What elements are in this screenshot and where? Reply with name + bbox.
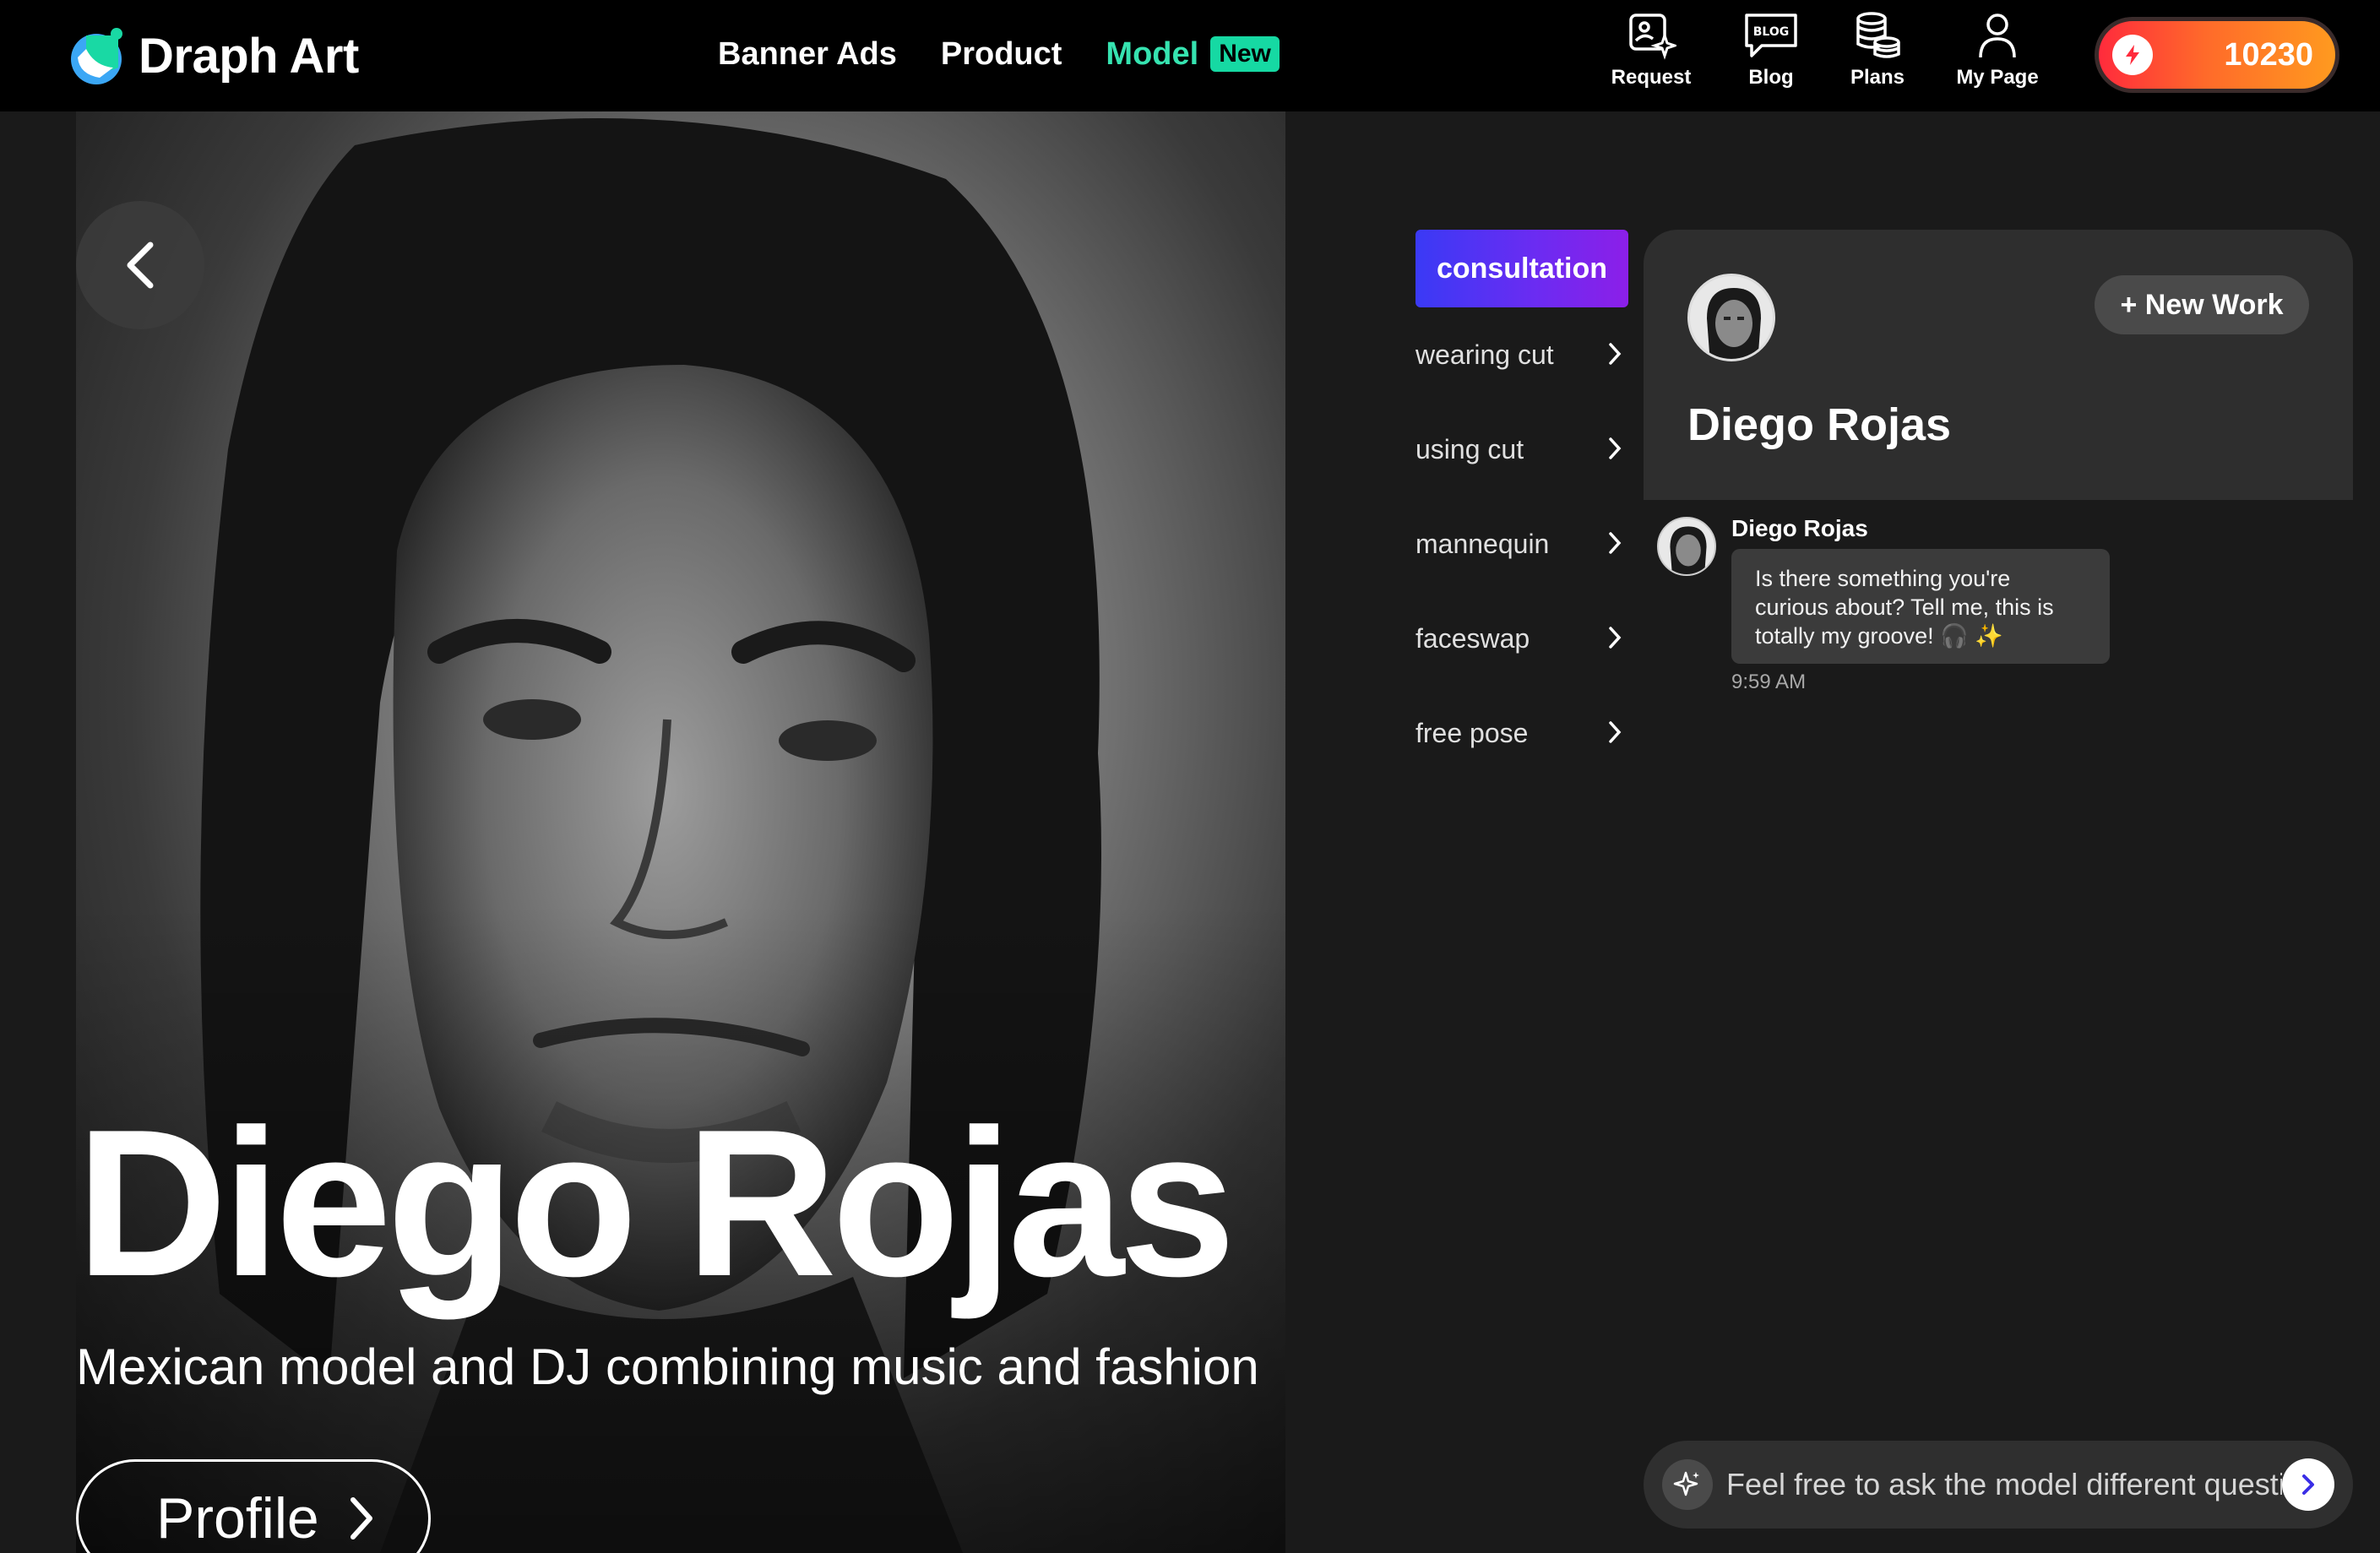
chat-title: Diego Rojas (1687, 399, 1952, 450)
model-name: Diego Rojas (76, 1085, 1236, 1320)
user-icon (1979, 14, 2016, 58)
menu-item-label: wearing cut (1416, 339, 1554, 370)
new-work-button[interactable]: + New Work (2095, 275, 2309, 334)
chevron-right-icon (1609, 437, 1622, 459)
menu-item-wearing-cut[interactable]: wearing cut (1416, 307, 1628, 402)
nav-product[interactable]: Product (941, 36, 1062, 73)
chevron-right-icon (350, 1497, 372, 1539)
feature-menu: consultation wearing cut using cut manne… (1416, 230, 1628, 780)
menu-item-label: faceswap (1416, 622, 1530, 654)
credits-value: 10230 (2224, 36, 2313, 73)
request-icon (1629, 14, 1676, 60)
consultation-tab[interactable]: consultation (1416, 230, 1628, 307)
menu-item-label: free pose (1416, 717, 1529, 748)
avatar (1687, 274, 1775, 361)
chevron-right-icon (1609, 343, 1622, 365)
sparkle-icon (1662, 1459, 1713, 1510)
model-description: Mexican model and DJ combining music and… (76, 1339, 1259, 1395)
nav-request-label: Request (1611, 66, 1692, 89)
chat-input[interactable] (1726, 1455, 2282, 1514)
new-badge: New (1210, 36, 1280, 72)
chat-input-bar (1644, 1441, 2353, 1529)
chevron-right-icon (1609, 627, 1622, 649)
coins-icon (1856, 12, 1900, 58)
top-nav: Draph Art Banner Ads Product Model New R… (0, 0, 2380, 111)
menu-item-label: mannequin (1416, 528, 1550, 559)
brand-logo[interactable]: Draph Art (66, 24, 359, 88)
profile-button[interactable]: Profile (76, 1459, 431, 1553)
chevron-right-icon (1609, 532, 1622, 554)
nav-banner-ads[interactable]: Banner Ads (718, 36, 897, 73)
send-button[interactable] (2282, 1458, 2334, 1511)
nav-blog-label: Blog (1748, 66, 1794, 89)
message-bubble: Is there something you're curious about?… (1731, 549, 2110, 664)
bolt-icon (2112, 35, 2153, 75)
nav-model[interactable]: Model (1106, 36, 1198, 73)
chat-header: + New Work Diego Rojas (1644, 230, 2353, 500)
avatar (1657, 517, 1716, 576)
draph-logo-icon (66, 24, 130, 88)
nav-my-page[interactable]: My Page (1951, 10, 2044, 90)
profile-button-label: Profile (156, 1486, 319, 1550)
brand-name: Draph Art (139, 28, 359, 84)
nav-my-page-label: My Page (1956, 66, 2039, 89)
message-timestamp: 9:59 AM (1731, 671, 1807, 693)
nav-plans-label: Plans (1850, 66, 1905, 89)
back-button[interactable] (76, 201, 204, 329)
hero-shade (76, 111, 1285, 1553)
blog-icon-glyph: BLOG (1753, 25, 1790, 39)
nav-blog[interactable]: BLOG Blog (1725, 10, 1818, 90)
chevron-left-icon (127, 242, 154, 289)
menu-item-faceswap[interactable]: faceswap (1416, 591, 1628, 686)
model-hero-image (76, 111, 1285, 1553)
credits-button[interactable]: 10230 (2095, 17, 2339, 93)
message-sender: Diego Rojas (1731, 515, 1868, 541)
menu-item-using-cut[interactable]: using cut (1416, 402, 1628, 497)
menu-item-free-pose[interactable]: free pose (1416, 686, 1628, 780)
menu-item-label: using cut (1416, 433, 1524, 464)
blog-icon: BLOG (1745, 14, 1797, 57)
main-nav: Banner Ads Product Model New (718, 29, 1280, 79)
chevron-right-icon (1609, 721, 1622, 743)
nav-plans[interactable]: Plans (1831, 10, 1924, 90)
nav-request[interactable]: Request (1605, 10, 1698, 90)
chevron-right-icon (2302, 1474, 2314, 1495)
menu-item-mannequin[interactable]: mannequin (1416, 497, 1628, 591)
